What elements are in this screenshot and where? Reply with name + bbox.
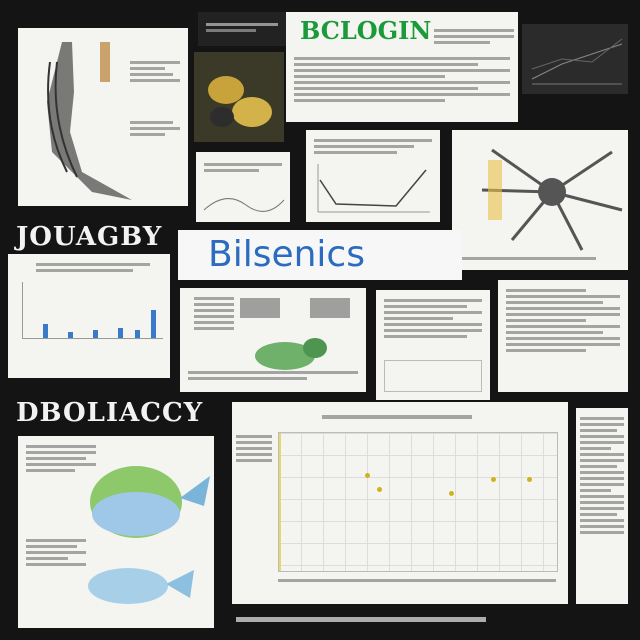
- bar-chart-card: [8, 254, 170, 378]
- text-card-center: [376, 290, 490, 400]
- top-banner-title: BCLOGIN: [300, 16, 432, 45]
- fish-illustration-icon: [88, 466, 210, 604]
- fish-card: [18, 436, 214, 628]
- dark-chart-card: [522, 24, 628, 94]
- section-heading-1: JOUAGBY: [16, 222, 163, 252]
- dark-header-card: [198, 12, 286, 46]
- neuron-illustration-icon: [481, 148, 623, 251]
- fruit-photo-icon: [194, 52, 284, 142]
- text-card-right: [498, 280, 628, 392]
- center-banner-title: Bilsenics: [208, 234, 365, 275]
- section-heading-2: DBOLIACCY: [16, 398, 204, 428]
- neuron-card: [452, 130, 628, 270]
- bottom-caption: [236, 614, 486, 625]
- horse-illustration-icon: [47, 42, 132, 200]
- line-chart-card: [306, 130, 440, 222]
- center-banner: Bilsenics: [178, 230, 462, 280]
- scatter-plot-area: [278, 432, 558, 572]
- bar-plot-area: [22, 282, 163, 339]
- text-column-right: [576, 408, 628, 604]
- top-banner-card: BCLOGIN: [286, 12, 518, 122]
- scatter-chart-card: [232, 402, 568, 604]
- frog-card: [180, 288, 366, 392]
- small-text-card: [196, 152, 290, 222]
- anatomy-card: [18, 28, 188, 206]
- fruit-photo-card: [194, 52, 284, 142]
